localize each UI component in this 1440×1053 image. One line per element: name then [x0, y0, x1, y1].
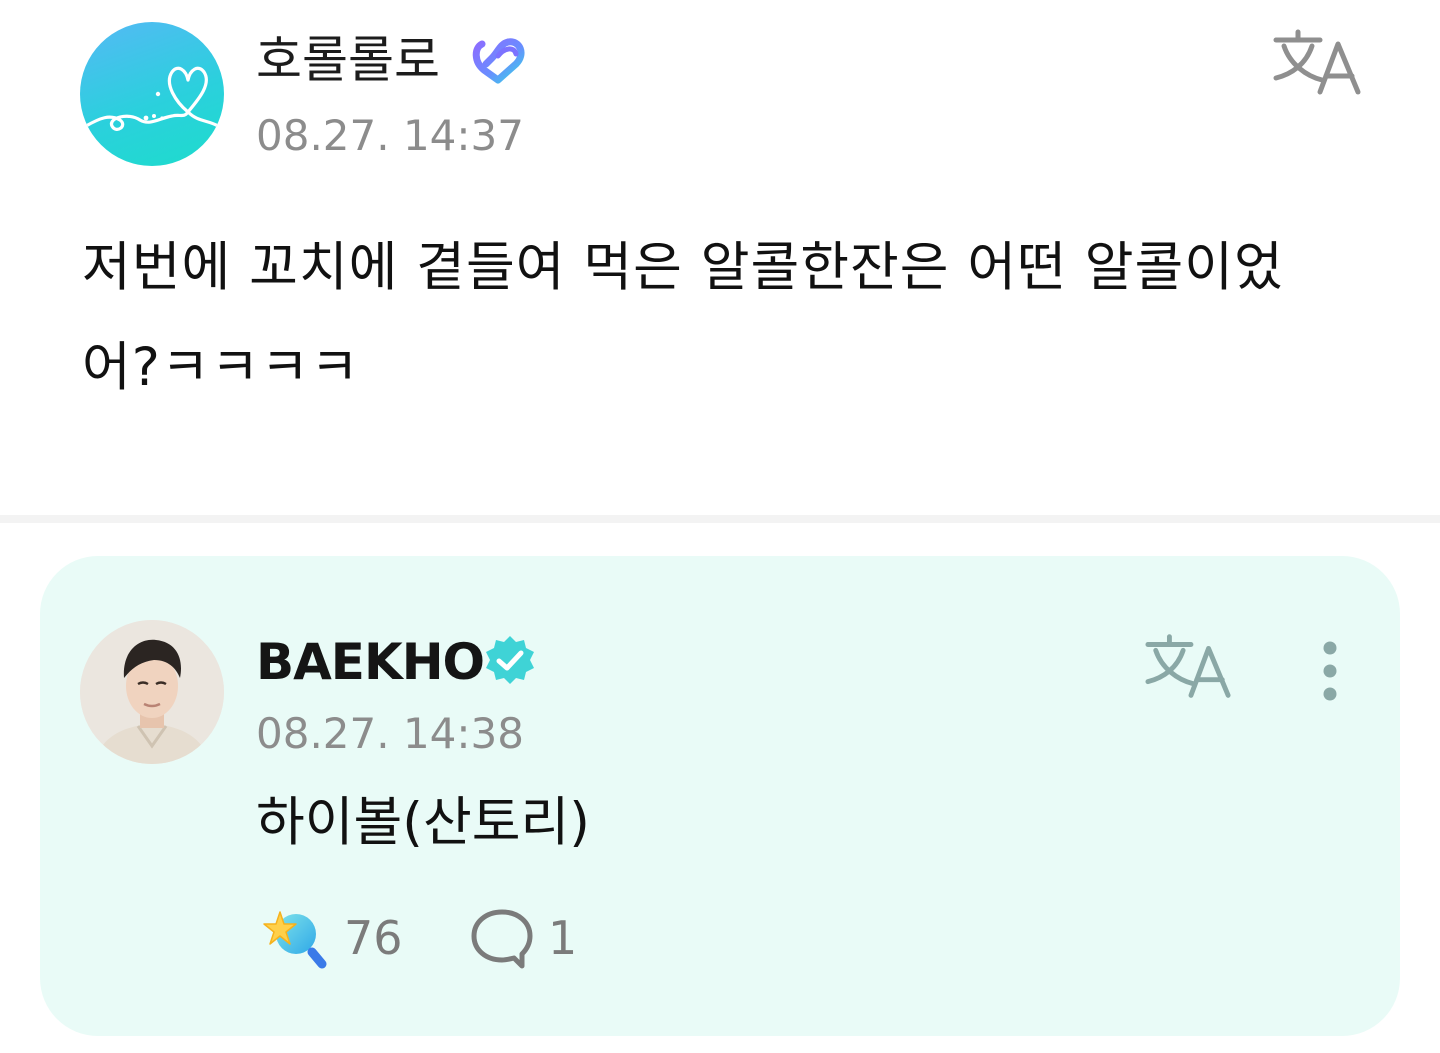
more-vertical-icon[interactable] [1306, 636, 1354, 706]
translate-icon[interactable] [1272, 28, 1364, 98]
reply-body-text: 하이볼(산토리) [256, 792, 590, 853]
like-count: 76 [344, 911, 403, 965]
speech-bubble-icon [471, 909, 533, 969]
artist-reply-card [40, 556, 1400, 1036]
translate-icon[interactable] [1144, 632, 1234, 702]
post-timestamp: 08.27. 14:37 [256, 111, 524, 160]
reply-timestamp: 08.27. 14:38 [256, 709, 524, 758]
post-author-name[interactable]: 호롤롤로 [256, 28, 440, 92]
section-divider [0, 515, 1440, 523]
like-button[interactable]: 76 [258, 904, 418, 974]
comment-count: 1 [548, 911, 578, 965]
verified-badge-icon [486, 636, 534, 684]
post-body-text: 저번에 꼬치에 곁들여 먹은 알콜한잔은 어떤 알콜이었어?ㅋㅋㅋㅋ [82, 237, 1284, 398]
post-author-avatar[interactable] [80, 22, 224, 166]
reply-author-name[interactable]: BAEKHO [256, 630, 485, 694]
reply-author-avatar[interactable] [80, 620, 224, 764]
heart-scribble-avatar-icon [84, 66, 220, 131]
membership-badge-icon [472, 38, 525, 84]
comment-button[interactable]: 1 [470, 904, 590, 974]
star-wand-icon [263, 911, 327, 969]
weverse-post-thread: 호롤롤로 08.27. 14:37 저번에 꼬치에 곁들여 먹은 알콜한잔은 어… [0, 0, 1440, 1053]
artist-profile-photo [80, 620, 224, 764]
